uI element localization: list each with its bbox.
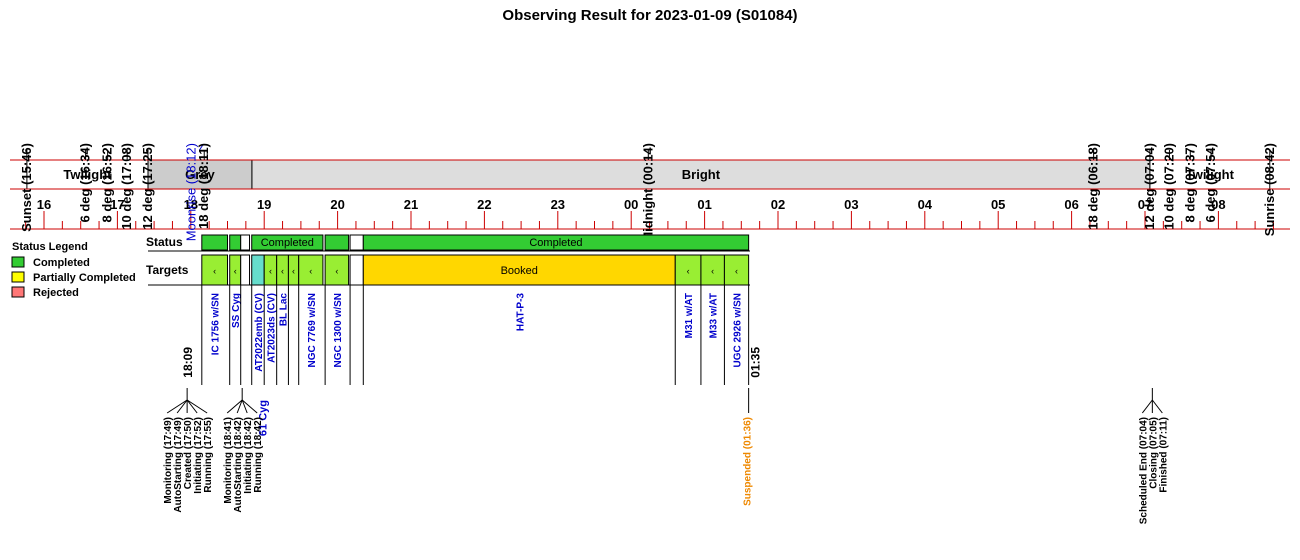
target-name: UGC 2926 w/SN (733, 293, 744, 367)
legend-swatch (11, 286, 25, 298)
hour-tick-label: 23 (551, 197, 565, 212)
time-mark-label: 01:35 (748, 347, 762, 378)
hour-tick-label: 04 (918, 197, 933, 212)
legend-swatch (11, 271, 25, 283)
sky-period-label: Bright (682, 167, 721, 182)
target-name: AT2023ds (CV) (266, 293, 277, 363)
hour-tick-label: 21 (404, 197, 418, 212)
sky-event-label: Sunrise (08:42) (1262, 143, 1277, 236)
sky-event-label: Sunset (15:46) (19, 143, 34, 232)
sky-event-label: 12 deg (17:25) (140, 143, 155, 230)
target-block-mark: ‹ (292, 266, 295, 276)
target-name: BL Lac (279, 293, 290, 327)
sky-event-label: 18 deg (18:11) (196, 143, 211, 229)
target-name: NGC 1300 w/SN (333, 293, 344, 367)
status-block-label: Completed (261, 237, 314, 249)
log-connector (186, 399, 198, 414)
target-block-mark: ‹ (213, 266, 216, 276)
hour-tick-label: 22 (477, 197, 491, 212)
sky-event-label: 6 deg (16:34) (78, 143, 93, 222)
time-mark-label: 18:09 (181, 347, 195, 378)
hour-tick-label: 03 (844, 197, 858, 212)
hour-tick-label: 20 (330, 197, 344, 212)
status-block (229, 234, 242, 251)
target-block-mark: ‹ (335, 266, 338, 276)
target-name: NGC 7769 w/SN (307, 293, 318, 367)
target-block (240, 254, 251, 286)
log-connector (1141, 399, 1153, 414)
sky-event-label: 8 deg (07:37) (1182, 143, 1197, 222)
legend-item-label: Completed (33, 257, 90, 269)
target-block (251, 254, 265, 286)
hour-tick-label: 16 (37, 197, 51, 212)
status-block (349, 234, 364, 251)
sky-event-label: 18 deg (06:18) (1086, 143, 1101, 230)
status-legend: Status Legend Completed Partially Complet… (11, 241, 136, 299)
target-name: IC 1756 w/SN (211, 293, 222, 355)
target-block-mark: ‹ (309, 266, 312, 276)
log-entry-label: Finished (07:11) (1158, 417, 1169, 493)
target-name: AT2022emb (CV) (254, 293, 265, 372)
observing-timeline-chart: Observing Result for 2023-01-09 (S01084)… (10, 7, 1290, 524)
sky-event-label: Midnight (00:14) (640, 143, 655, 243)
hour-tick-label: 00 (624, 197, 638, 212)
sky-event-label: 6 deg (07:54) (1203, 143, 1218, 222)
sky-event-label: 12 deg (07:04) (1142, 143, 1157, 230)
log-connector (186, 399, 208, 414)
row-labels: Status Targets (146, 235, 189, 277)
legend-title: Status Legend (12, 241, 88, 253)
status-row-label: Status (146, 235, 183, 249)
status-block (240, 234, 251, 251)
log-entry-label: Suspended (01:36) (743, 417, 754, 506)
status-block (201, 234, 228, 251)
status-row: Completed Completed (148, 234, 750, 252)
sky-event-label: 10 deg (17:08) (119, 143, 134, 230)
hour-tick-label: 06 (1064, 197, 1078, 212)
target-block-mark: ‹ (234, 266, 237, 276)
log-entry-label: Running (17:55) (203, 417, 214, 493)
status-block (324, 234, 350, 251)
event-log: Monitoring (17:49) AutoStarting (17:49) Cr… (163, 388, 1169, 524)
target-block-mark: ‹ (269, 266, 272, 276)
target-name: HAT-P-3 (515, 293, 526, 332)
target-name: M31 w/AT (684, 293, 695, 338)
targets-row: ‹IC 1756 w/SN‹SS Cyg AT2022emb (CV)‹AT202… (148, 254, 762, 436)
log-entry-label: Running (18:42) (253, 417, 264, 493)
target-block-mark: Booked (501, 265, 538, 277)
legend-swatch (11, 256, 25, 268)
target-name: M33 w/AT (709, 293, 720, 338)
target-block-mark: ‹ (687, 266, 690, 276)
hour-tick-label: 05 (991, 197, 1005, 212)
log-connector (1151, 399, 1163, 414)
legend-item-label: Rejected (33, 287, 79, 299)
target-block-mark: ‹ (281, 266, 284, 276)
sky-event-label: 8 deg (16:52) (100, 143, 115, 222)
target-block (349, 254, 364, 286)
log-connector (176, 399, 188, 414)
sky-event-label: 10 deg (07:20) (1161, 143, 1176, 230)
hour-tick-label: 02 (771, 197, 785, 212)
status-block-label: Completed (529, 237, 582, 249)
chart-title: Observing Result for 2023-01-09 (S01084) (502, 7, 797, 24)
hour-tick-label: 19 (257, 197, 271, 212)
target-block-mark: ‹ (735, 266, 738, 276)
hour-tick-label: 01 (697, 197, 711, 212)
log-connector (166, 399, 188, 414)
target-block-mark: ‹ (711, 266, 714, 276)
targets-row-label: Targets (146, 263, 189, 277)
legend-item-label: Partially Completed (33, 272, 136, 284)
sky-events: Sunset (15:46) 6 deg (16:34) 8 deg (16:52)… (19, 143, 1277, 243)
